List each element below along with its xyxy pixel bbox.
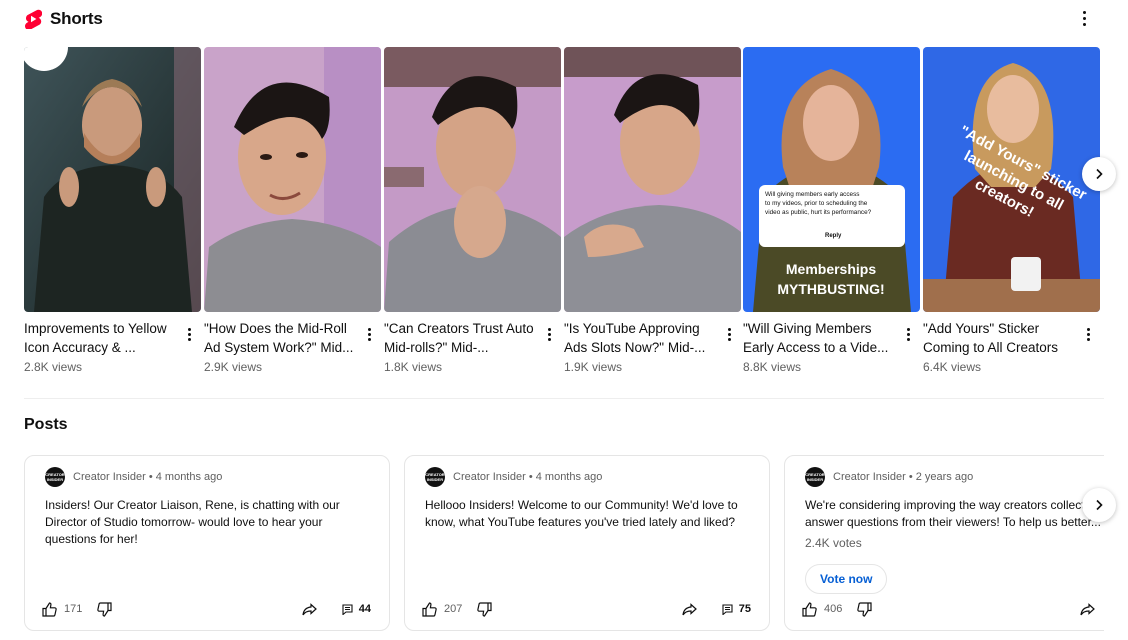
post-age: 4 months ago: [535, 471, 603, 483]
thumbs-up-icon: [802, 601, 817, 617]
short-more-options-icon[interactable]: [545, 325, 553, 343]
short-view-count: 1.8K views: [384, 360, 443, 374]
short-title[interactable]: "Is YouTube Approving Ads Slots Now?" Mi…: [564, 319, 716, 357]
post-card[interactable]: CREATOR INSIDER Creator Insider • 4 mont…: [404, 455, 770, 631]
like-button[interactable]: 406: [801, 601, 842, 618]
post-actions: 406: [801, 598, 1104, 620]
comment-count: 44: [358, 603, 371, 615]
share-icon: [302, 602, 317, 615]
comments-button[interactable]: 44: [342, 603, 371, 615]
post-text: Hellooo Insiders! Welcome to our Communi…: [425, 498, 738, 529]
share-button[interactable]: [301, 601, 318, 618]
short-view-count: 8.8K views: [743, 360, 802, 374]
short-card[interactable]: "Is YouTube Approving Ads Slots Now?" Mi…: [564, 47, 741, 382]
short-thumbnail[interactable]: "Add Yours" stickerlaunching to allcreat…: [923, 47, 1100, 312]
short-card[interactable]: Improvements to Yellow Icon Accuracy & .…: [24, 47, 201, 382]
shorts-header: Shorts: [24, 6, 103, 32]
short-view-count: 2.9K views: [204, 360, 263, 374]
short-thumbnail[interactable]: [384, 47, 561, 312]
memberships-overlay-line1: Memberships: [786, 261, 876, 277]
short-thumbnail[interactable]: [564, 47, 741, 312]
comment-icon: [722, 603, 733, 615]
like-count: 207: [444, 603, 463, 615]
post-actions: 171 44: [41, 598, 371, 620]
short-view-count: 2.8K views: [24, 360, 83, 374]
share-button[interactable]: [681, 601, 698, 618]
short-view-count: 1.9K views: [564, 360, 623, 374]
thumbs-down-icon: [97, 601, 112, 617]
poll-vote-count: 2.4K votes: [805, 536, 862, 550]
chevron-right-icon: [1096, 168, 1103, 180]
channel-name[interactable]: Creator Insider: [73, 471, 146, 483]
short-thumbnail[interactable]: [204, 47, 381, 312]
thumbs-down-icon: [477, 601, 492, 617]
like-button[interactable]: 207: [421, 601, 462, 618]
posts-section-title: Posts: [24, 416, 68, 433]
post-actions: 207 75: [421, 598, 751, 620]
channel-avatar[interactable]: CREATOR INSIDER: [425, 467, 445, 487]
shorts-section-title: Shorts: [50, 9, 103, 28]
chevron-right-icon: [1096, 499, 1103, 511]
channel-name[interactable]: Creator Insider: [453, 471, 526, 483]
short-more-options-icon[interactable]: [185, 325, 193, 343]
thumbs-up-icon: [42, 601, 57, 617]
like-button[interactable]: 171: [41, 601, 82, 618]
post-age: 4 months ago: [155, 471, 223, 483]
memberships-overlay-line2: MYTHBUSTING!: [777, 281, 884, 297]
posts-next-button[interactable]: [1082, 488, 1116, 522]
short-title[interactable]: "How Does the Mid-Roll Ad System Work?" …: [204, 319, 356, 357]
shorts-more-options-icon[interactable]: [1076, 8, 1092, 28]
post-text: Insiders! Our Creator Liaison, Rene, is …: [45, 498, 340, 546]
channel-name[interactable]: Creator Insider: [833, 471, 906, 483]
like-count: 171: [64, 603, 83, 615]
short-thumbnail[interactable]: [24, 47, 201, 312]
channel-avatar[interactable]: CREATOR INSIDER: [45, 467, 65, 487]
dislike-button[interactable]: [96, 601, 113, 618]
share-button[interactable]: [1079, 601, 1096, 618]
short-more-options-icon[interactable]: [904, 325, 912, 343]
vote-now-button[interactable]: Vote now: [805, 564, 888, 594]
post-text: We're considering improving the way crea…: [805, 498, 1101, 529]
short-more-options-icon[interactable]: [365, 325, 373, 343]
short-thumbnail[interactable]: Will giving members early access to my vi…: [743, 47, 920, 312]
short-card[interactable]: "How Does the Mid-Roll Ad System Work?" …: [204, 47, 381, 382]
comment-count: 75: [738, 603, 751, 615]
post-header: CREATOR INSIDER Creator Insider • 2 year…: [805, 467, 973, 487]
channel-avatar[interactable]: CREATOR INSIDER: [805, 467, 825, 487]
post-header: CREATOR INSIDER Creator Insider • 4 mont…: [45, 467, 222, 487]
post-header: CREATOR INSIDER Creator Insider • 4 mont…: [425, 467, 602, 487]
short-card[interactable]: "Can Creators Trust Auto Mid-rolls?" Mid…: [384, 47, 561, 382]
share-icon: [682, 602, 697, 615]
thumbs-up-icon: [422, 601, 437, 617]
short-view-count: 6.4K views: [923, 360, 982, 374]
short-title[interactable]: "Will Giving Members Early Access to a V…: [743, 319, 895, 357]
like-count: 406: [824, 603, 843, 615]
section-divider: [24, 398, 1104, 399]
post-card[interactable]: CREATOR INSIDER Creator Insider • 2 year…: [784, 455, 1104, 631]
post-age: 2 years ago: [915, 471, 974, 483]
shorts-logo-icon: [25, 9, 42, 29]
short-card[interactable]: Will giving members early access to my vi…: [743, 47, 920, 382]
short-card[interactable]: "Add Yours" stickerlaunching to allcreat…: [923, 47, 1100, 382]
dislike-button[interactable]: [476, 601, 493, 618]
shorts-next-button[interactable]: [1082, 157, 1116, 191]
thumbs-down-icon: [857, 601, 872, 617]
short-title[interactable]: "Can Creators Trust Auto Mid-rolls?" Mid…: [384, 319, 536, 357]
posts-shelf: CREATOR INSIDER Creator Insider • 4 mont…: [24, 455, 1104, 635]
post-card[interactable]: CREATOR INSIDER Creator Insider • 4 mont…: [24, 455, 390, 631]
short-title[interactable]: Improvements to Yellow Icon Accuracy & .…: [24, 319, 176, 357]
short-more-options-icon[interactable]: [725, 325, 733, 343]
comment-card-text: Will giving members early access to my vi…: [765, 191, 872, 216]
short-more-options-icon[interactable]: [1084, 325, 1092, 343]
comment-card-reply: Reply: [825, 233, 842, 239]
comment-icon: [342, 603, 353, 615]
dislike-button[interactable]: [856, 601, 873, 618]
share-icon: [1080, 602, 1095, 615]
comments-button[interactable]: 75: [722, 603, 751, 615]
shorts-shelf: Improvements to Yellow Icon Accuracy & .…: [24, 47, 1104, 387]
short-title[interactable]: "Add Yours" Sticker Coming to All Creato…: [923, 319, 1075, 357]
